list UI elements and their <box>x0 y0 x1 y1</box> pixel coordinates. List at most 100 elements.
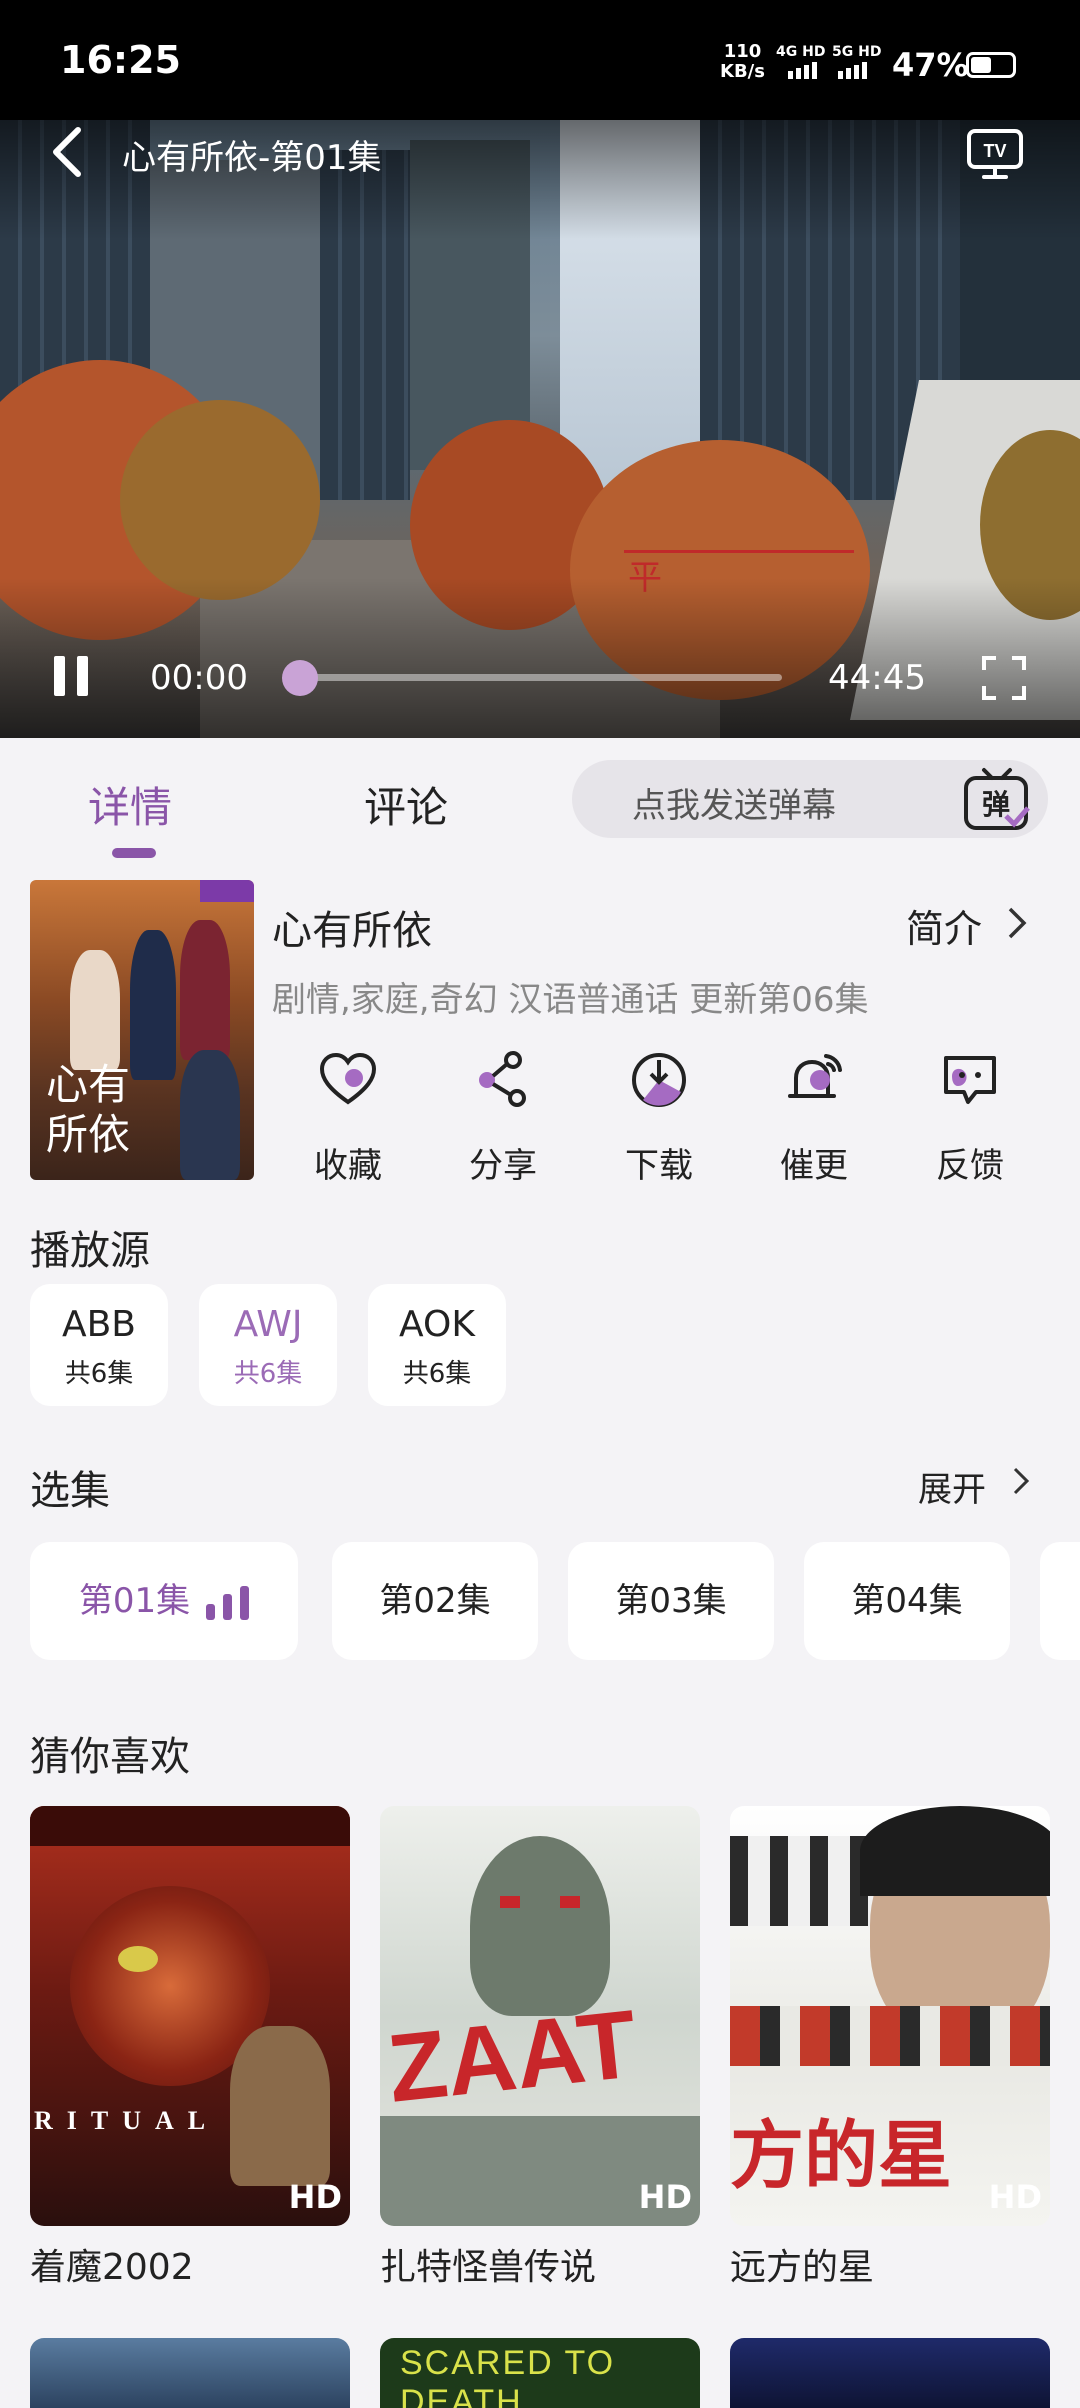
recommend-title: 远方的星 <box>730 2247 875 2288</box>
cover-hair <box>860 1806 1050 1896</box>
feedback-button[interactable]: 反馈 <box>915 1050 1025 1187</box>
expand-link[interactable]: 展开 <box>918 1462 986 1511</box>
chevron-right-icon[interactable] <box>1012 1466 1030 1496</box>
share-label: 分享 <box>469 1146 537 1186</box>
intro-link[interactable]: 简介 <box>906 898 982 953</box>
urge-update-button[interactable]: 催更 <box>759 1050 869 1187</box>
episode-item[interactable]: 第03集 <box>568 1542 774 1660</box>
source-count: 共6集 <box>233 1359 303 1389</box>
cover-eye <box>118 1946 158 1972</box>
feedback-label: 反馈 <box>936 1146 1004 1186</box>
episode-item[interactable]: 第02集 <box>332 1542 538 1660</box>
danmu-toggle-label: 弹 <box>982 788 1010 821</box>
recommend-card[interactable]: RITUAL HD 着魔2002 <box>30 1806 350 2290</box>
tv-cast-icon[interactable]: TV <box>966 128 1024 180</box>
danmu-toggle-icon[interactable]: 弹 <box>962 764 1032 834</box>
heart-icon <box>319 1052 377 1105</box>
seek-knob[interactable] <box>282 660 318 696</box>
danmu-placeholder: 点我发送弹幕 <box>632 786 836 826</box>
episode-label: 第01集 <box>78 1581 191 1621</box>
share-button[interactable]: 分享 <box>448 1050 558 1187</box>
poster-figure <box>70 950 120 1070</box>
poster-title: 心有 所依 <box>46 1060 130 1160</box>
current-time: 00:00 <box>150 658 248 698</box>
source-name: ABB <box>61 1304 137 1345</box>
recommend-cover: ZAAT HD <box>380 1806 700 2226</box>
download-label: 下载 <box>625 1146 693 1186</box>
video-title: 心有所依-第01集 <box>122 138 382 178</box>
recommend-title: 着魔2002 <box>30 2247 194 2288</box>
recommend-cover: 方的星 HD <box>730 1806 1050 2226</box>
episode-item-partial[interactable] <box>1040 1542 1080 1660</box>
back-arrow-icon[interactable] <box>48 124 88 180</box>
download-button[interactable]: 下载 <box>604 1050 714 1187</box>
network-speed-unit: KB/s <box>720 61 765 82</box>
recommend-card-partial[interactable]: SCARED TO DEATH <box>380 2338 700 2408</box>
episode-item[interactable]: 第04集 <box>804 1542 1010 1660</box>
poster-title-line: 心有 <box>46 1060 131 1109</box>
poster-title-line: 所依 <box>46 1110 131 1159</box>
download-icon <box>632 1053 686 1107</box>
video-frame-tree <box>120 400 320 600</box>
cover-figure <box>230 2026 330 2186</box>
episode-heading: 选集 <box>30 1468 110 1514</box>
fullscreen-icon[interactable] <box>980 654 1028 702</box>
poster-badge <box>200 880 254 902</box>
recommend-card[interactable]: ZAAT HD 扎特怪兽传说 <box>380 1806 700 2290</box>
poster-figure <box>130 930 176 1080</box>
total-time: 44:45 <box>828 658 926 698</box>
sim1-label: 4G HD <box>776 44 826 60</box>
signal-bars-icon <box>838 62 867 79</box>
source-option[interactable]: AOK 共6集 <box>368 1284 506 1406</box>
recommend-cover: RITUAL HD <box>30 1806 350 2226</box>
cover-art-text: ZAAT <box>383 1990 642 2123</box>
favorite-label: 收藏 <box>314 1146 382 1186</box>
source-option-selected[interactable]: AWJ 共6集 <box>199 1284 337 1406</box>
show-poster[interactable]: 心有 所依 <box>30 880 254 1180</box>
active-tab-indicator <box>112 848 156 858</box>
show-title: 心有所依 <box>272 908 432 954</box>
recommend-heading: 猜你喜欢 <box>30 1734 190 1780</box>
recommend-card-partial[interactable] <box>730 2338 1050 2408</box>
share-icon <box>479 1051 526 1107</box>
tab-details[interactable]: 详情 <box>88 774 172 835</box>
source-count: 共6集 <box>64 1359 134 1389</box>
source-option[interactable]: ABB 共6集 <box>30 1284 168 1406</box>
source-count: 共6集 <box>402 1359 472 1389</box>
seek-bar[interactable] <box>290 674 782 681</box>
video-player[interactable]: 平 <box>0 120 1080 738</box>
network-speed: 110 KB/s <box>720 42 765 82</box>
svg-text:TV: TV <box>983 141 1006 161</box>
cover-art-text: 方的星 <box>730 2113 952 2199</box>
source-name: AWJ <box>233 1304 303 1345</box>
cover-monster-eye <box>560 1896 580 1908</box>
playing-equalizer-icon <box>206 1585 250 1620</box>
episode-item-selected[interactable]: 第01集 <box>30 1542 298 1660</box>
feedback-icon <box>944 1056 996 1104</box>
cover-banner <box>30 1806 350 1846</box>
poster-figure <box>180 920 230 1060</box>
status-bar: 16:25 110 KB/s 4G HD 5G HD 47% <box>0 0 1080 120</box>
recommend-card[interactable]: 方的星 HD 远方的星 <box>730 1806 1050 2290</box>
chevron-right-icon[interactable] <box>1006 906 1028 940</box>
cover-art-text: RITUAL <box>34 2106 220 2135</box>
hd-badge: HD <box>288 2178 342 2216</box>
network-speed-value: 110 <box>723 41 762 62</box>
show-meta: 剧情,家庭,奇幻 汉语普通话 更新第06集 <box>272 980 869 1020</box>
pause-icon[interactable] <box>54 656 98 706</box>
tab-comments[interactable]: 评论 <box>364 774 448 835</box>
cover-art-text: SCARED TO DEATH <box>400 2344 616 2408</box>
bell-icon <box>788 1054 842 1098</box>
hd-badge: HD <box>638 2178 692 2216</box>
sim2-label: 5G HD <box>832 44 882 60</box>
signal-bars-icon <box>788 62 817 79</box>
source-name: AOK <box>399 1304 475 1345</box>
favorite-button[interactable]: 收藏 <box>293 1050 403 1187</box>
recommend-title: 扎特怪兽传说 <box>380 2247 597 2288</box>
recommend-card-partial[interactable] <box>30 2338 350 2408</box>
clock: 16:25 <box>60 38 181 82</box>
cover-pattern <box>730 2006 1050 2066</box>
battery-icon <box>966 52 1016 78</box>
urge-update-label: 催更 <box>780 1146 848 1186</box>
cover-monster-eye <box>500 1896 520 1908</box>
